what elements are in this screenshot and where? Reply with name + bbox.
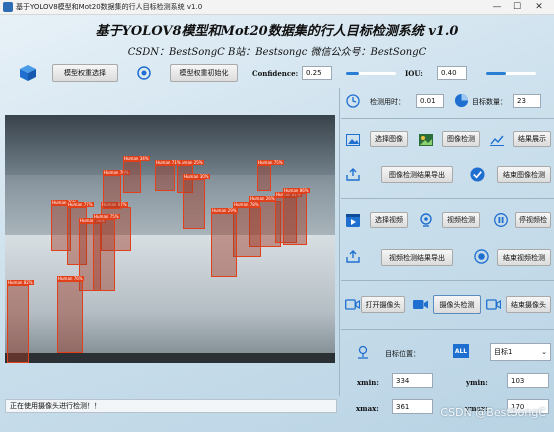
detection-box: Human 76%: [57, 276, 84, 353]
iou-label: IOU:: [405, 69, 423, 78]
select-weights-button[interactable]: 模型权重选择: [52, 64, 118, 82]
camera-detect-button[interactable]: 摄像头检测: [433, 295, 481, 314]
camera-filled-icon: [412, 296, 428, 312]
page-subtitle: CSDN：BestSongC B站：Bestsongc 微信公众号：BestSo…: [127, 47, 427, 58]
select-video-button[interactable]: 选择视频: [370, 212, 408, 228]
maximize-button[interactable]: ☐: [508, 1, 526, 13]
detection-label: Human 77%: [67, 202, 94, 207]
detect-time-field: 0.01: [416, 94, 444, 108]
scene-bottom-bar: [5, 353, 335, 363]
confidence-spinbox[interactable]: 0.25: [302, 66, 332, 80]
scene-floor: [5, 235, 335, 363]
pause-icon: [493, 212, 509, 228]
detection-label: Human 75%: [93, 214, 120, 219]
panel-divider: [339, 88, 340, 396]
detection-box: Human 70%: [103, 170, 130, 209]
detection-label: Human 71%: [155, 160, 182, 165]
detection-display: Human 82% Human 25% Human 75% Human 79% Huma…: [5, 115, 335, 363]
detection-label: Human 75%: [257, 160, 284, 165]
image-icon: [345, 132, 361, 148]
section-divider: [341, 118, 554, 119]
close-button[interactable]: ✕: [530, 1, 548, 13]
open-camera-button[interactable]: 打开摄像头: [361, 296, 405, 313]
detection-box: Human 75%: [257, 160, 284, 191]
ymin-field: 103: [507, 373, 549, 388]
detect-video-button[interactable]: 视频检测: [442, 212, 480, 228]
iou-slider[interactable]: [486, 72, 536, 75]
iou-spinbox[interactable]: 0.40: [437, 66, 467, 80]
section-divider: [341, 198, 554, 199]
window-titlebar[interactable]: 基于YOLOV8模型和Mot20数据集的行人目标检测系统 v1.0 — ☐ ✕: [0, 0, 554, 15]
detection-label: Human 78%: [233, 202, 260, 207]
xmax-label: xmax:: [356, 404, 379, 413]
show-result-button[interactable]: 结果展示: [513, 131, 551, 147]
xmin-field: 334: [392, 373, 433, 388]
detection-box: Human 29%: [211, 208, 238, 277]
clock-icon: [345, 93, 361, 109]
pause-video-button[interactable]: 停视频检: [515, 212, 551, 228]
init-weights-button[interactable]: 模型权重初始化: [170, 64, 238, 82]
status-bar: 正在使用摄像头进行检测！！: [5, 399, 337, 413]
target-select-value: 目标1: [494, 348, 513, 356]
chevron-down-icon: ⌄: [541, 348, 547, 356]
detection-label: Human 30%: [183, 174, 210, 179]
camera-outline-icon: [344, 296, 360, 312]
ymin-label: ymin:: [466, 378, 488, 387]
select-image-button[interactable]: 选择图像: [370, 131, 408, 147]
detection-box: Human 78%: [233, 202, 261, 257]
detection-box: Human 86%: [283, 188, 310, 245]
watermark: CSDN @BestSongC: [440, 406, 546, 419]
detection-label: Human 26%: [249, 196, 276, 201]
export-icon: [345, 166, 361, 182]
detection-label: Human 34%: [123, 156, 150, 161]
iou-slider-fill: [486, 72, 506, 75]
window-title: 基于YOLOV8模型和Mot20数据集的行人目标检测系统 v1.0: [16, 3, 203, 11]
image-detect-icon: [418, 132, 434, 148]
page-title: 基于YOLOV8模型和Mot20数据集的行人目标检测系统 v1.0: [95, 24, 459, 39]
confidence-label: Confidence:: [252, 69, 299, 78]
section-divider: [341, 280, 554, 281]
stop-circle-icon: [473, 248, 489, 264]
confidence-slider-fill: [346, 72, 359, 75]
app-icon: [3, 2, 13, 12]
export-icon: [345, 248, 361, 264]
cube-icon[interactable]: [18, 63, 38, 83]
check-circle-icon: [469, 166, 485, 182]
export-image-result-button[interactable]: 图像检测结果导出: [381, 166, 453, 183]
xmin-label: xmin:: [357, 378, 379, 387]
detection-box: Human 71%: [155, 160, 182, 191]
target-settings-icon[interactable]: [134, 63, 154, 83]
detection-label: Human 82%: [7, 280, 34, 285]
target-select[interactable]: 目标1 ⌄: [490, 343, 551, 361]
minimize-button[interactable]: —: [488, 1, 506, 13]
detection-box: Human 34%: [123, 156, 150, 193]
target-count-field: 23: [513, 94, 541, 108]
video-file-icon: [345, 212, 361, 228]
detection-box: Human 82%: [7, 280, 34, 363]
detection-box: Human 30%: [183, 174, 210, 229]
stop-camera-button[interactable]: 结束摄像头: [506, 296, 551, 313]
detection-label: Human 76%: [57, 276, 84, 281]
detect-image-button[interactable]: 图像检测: [442, 131, 480, 147]
all-targets-badge: ALL: [453, 344, 469, 358]
section-divider: [341, 329, 554, 330]
detection-label: Human 86%: [283, 188, 310, 193]
stop-image-detect-button[interactable]: 结束图像检测: [497, 166, 551, 183]
pie-chart-icon: [453, 92, 469, 108]
export-video-result-button[interactable]: 视频检测结果导出: [381, 249, 453, 266]
xmax-field: 361: [392, 399, 433, 414]
detection-label: Human 29%: [211, 208, 238, 213]
detect-time-label: 检测用时：: [370, 98, 405, 106]
location-pin-icon: [356, 344, 370, 360]
stop-video-detect-button[interactable]: 结束视频检测: [497, 249, 551, 266]
target-count-label: 目标数量：: [472, 98, 507, 106]
webcam-icon: [418, 212, 434, 228]
confidence-slider[interactable]: [346, 72, 396, 75]
line-chart-icon: [489, 132, 505, 148]
camera-outline-icon: [485, 296, 501, 312]
detection-box: Human 75%: [93, 214, 120, 291]
target-position-label: 目标位置：: [385, 350, 420, 358]
